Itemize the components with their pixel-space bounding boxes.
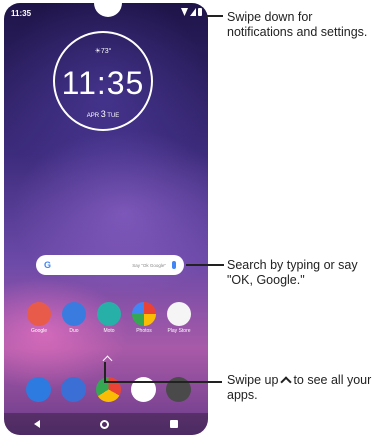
navigation-bar — [4, 413, 208, 435]
search-hint: Say "Ok Google" — [132, 262, 166, 268]
home-app-row: Google Duo Moto Photos Play Store — [24, 302, 194, 334]
weather-reading: ☀73° — [94, 48, 112, 55]
photos-icon — [132, 302, 156, 326]
duo-icon — [62, 302, 86, 326]
phone-icon[interactable] — [26, 377, 51, 402]
status-time: 11:35 — [11, 9, 32, 18]
battery-icon — [198, 8, 202, 16]
callout-line-apps-vertical — [104, 362, 106, 382]
back-icon[interactable] — [34, 420, 41, 428]
callout-notifications: Swipe down for notifications and setting… — [227, 10, 368, 39]
app-google[interactable]: Google — [24, 302, 54, 334]
google-folder-icon — [27, 302, 51, 326]
app-label: Play Store — [167, 328, 191, 334]
app-label: Moto — [103, 328, 115, 334]
google-logo-icon: G — [44, 260, 52, 270]
home-icon[interactable] — [100, 419, 110, 429]
app-photos[interactable]: Photos — [129, 302, 159, 334]
callout-line-search — [186, 264, 224, 266]
app-duo[interactable]: Duo — [59, 302, 89, 334]
moto-icon — [97, 302, 121, 326]
clock-date: APR 3 TUE — [86, 109, 120, 119]
camera-notch — [94, 3, 122, 17]
callout-line-notifications — [205, 15, 223, 17]
app-label: Google — [30, 328, 48, 334]
app-label: Duo — [69, 328, 79, 334]
clock-time: 11:35 — [61, 65, 145, 101]
callout-line-apps — [104, 381, 222, 383]
messages-icon[interactable] — [61, 377, 86, 402]
mic-icon[interactable] — [172, 261, 176, 269]
callout-search: Search by typing or say "OK, Google." — [227, 258, 358, 287]
app-label: Photos — [136, 328, 152, 334]
status-icons — [181, 8, 202, 16]
wifi-icon — [181, 8, 188, 16]
app-play-store[interactable]: Play Store — [164, 302, 194, 334]
signal-icon — [190, 8, 196, 16]
app-moto[interactable]: Moto — [94, 302, 124, 334]
play-store-icon — [167, 302, 191, 326]
chevron-up-icon — [280, 376, 293, 388]
clock-widget[interactable]: ☀73° 11:35 APR 3 TUE — [53, 31, 153, 131]
recent-apps-icon[interactable] — [169, 420, 178, 428]
phone-screen: 11:35 ☀73° 11:35 APR 3 TUE G Say "Ok Goo… — [4, 3, 208, 435]
google-search-bar[interactable]: G Say "Ok Google" — [36, 255, 184, 275]
callout-apps: Swipe up to see all your apps. — [227, 373, 372, 402]
